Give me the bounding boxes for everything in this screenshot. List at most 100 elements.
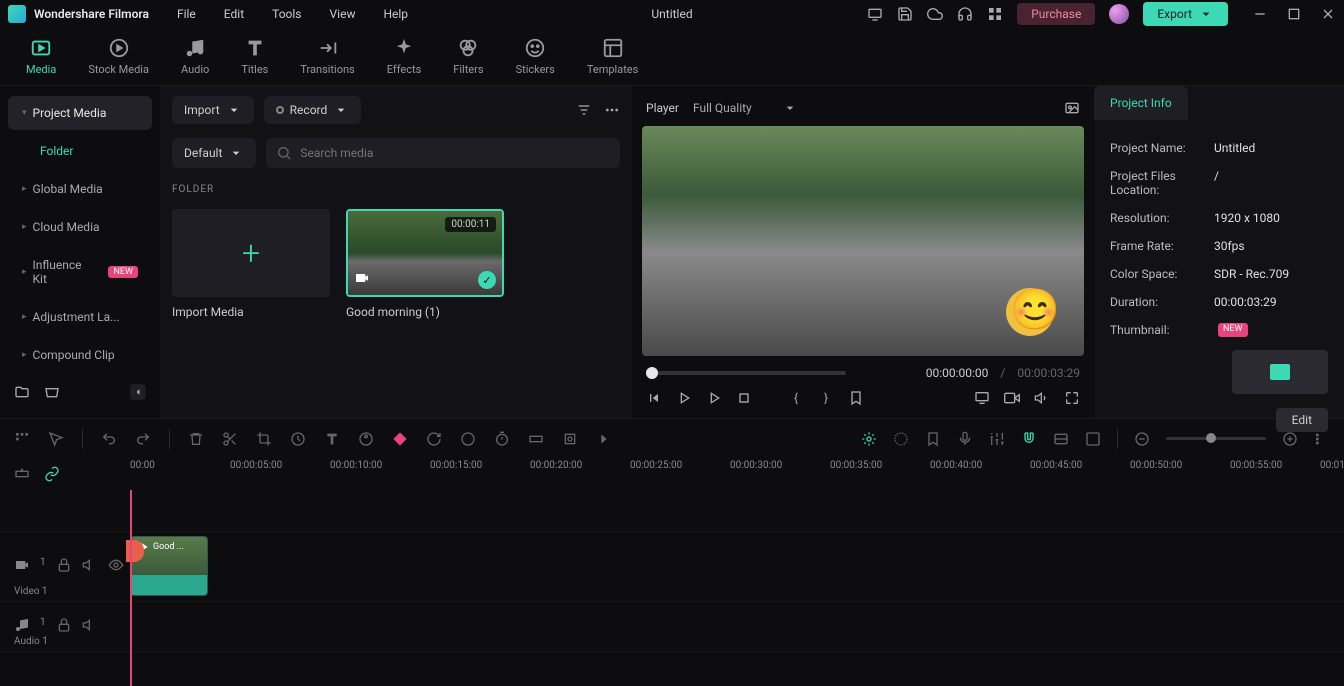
view-options-icon[interactable] — [1314, 431, 1330, 447]
preview-viewport[interactable] — [642, 126, 1084, 356]
play-icon[interactable] — [706, 390, 722, 406]
search-input[interactable] — [266, 138, 620, 168]
filter-icon[interactable] — [576, 102, 592, 118]
marker-icon[interactable] — [925, 431, 941, 447]
ai-icon[interactable] — [861, 431, 877, 447]
lock-icon[interactable] — [56, 557, 72, 573]
purchase-button[interactable]: Purchase — [1017, 3, 1095, 25]
sidebar-folder[interactable]: Folder — [8, 134, 152, 168]
mute-icon[interactable] — [82, 557, 98, 573]
play-backward-icon[interactable] — [676, 390, 692, 406]
speed-icon[interactable] — [290, 431, 306, 447]
enhance-icon[interactable] — [893, 431, 909, 447]
more-icon[interactable] — [604, 102, 620, 118]
menu-edit[interactable]: Edit — [224, 7, 244, 21]
sidebar-compound-clip[interactable]: ▸Compound Clip — [8, 338, 152, 372]
tab-stock-media[interactable]: Stock Media — [78, 31, 159, 82]
tab-effects[interactable]: Effects — [377, 31, 432, 82]
zoom-in-icon[interactable] — [1282, 431, 1298, 447]
sidebar-influence-kit[interactable]: ▸Influence KitNEW — [8, 248, 152, 296]
user-avatar[interactable] — [1109, 4, 1129, 24]
split-icon[interactable] — [222, 431, 238, 447]
rotate-icon[interactable] — [426, 431, 442, 447]
cloud-icon[interactable] — [927, 6, 943, 22]
zoom-slider[interactable] — [1166, 437, 1266, 440]
audio-track[interactable]: 1 Audio 1 — [0, 602, 1344, 652]
stop-icon[interactable] — [736, 390, 752, 406]
audio-mute-icon[interactable] — [82, 617, 98, 633]
menu-tools[interactable]: Tools — [272, 7, 301, 21]
add-track-icon[interactable] — [14, 466, 30, 482]
import-media-card[interactable]: + Import Media — [172, 209, 330, 319]
maximize-button[interactable] — [1286, 6, 1302, 22]
select-tool-icon[interactable] — [48, 431, 64, 447]
timer-icon[interactable] — [494, 431, 510, 447]
tab-stickers[interactable]: Stickers — [506, 31, 565, 82]
link-icon[interactable] — [44, 466, 60, 482]
marker-dropdown-icon[interactable] — [848, 390, 864, 406]
focus-icon[interactable] — [562, 431, 578, 447]
menu-file[interactable]: File — [177, 7, 196, 21]
media-clip-card[interactable]: 00:00:11 ✓ Good morning (1) — [346, 209, 504, 319]
project-info-tab[interactable]: Project Info — [1094, 86, 1188, 120]
mark-in-icon[interactable]: { — [788, 390, 804, 406]
camera-icon[interactable] — [1004, 390, 1020, 406]
tab-filters[interactable]: Filters — [443, 31, 493, 82]
tab-transitions[interactable]: Transitions — [290, 31, 364, 82]
magnetic-icon[interactable] — [1021, 431, 1037, 447]
new-folder-icon[interactable] — [14, 384, 30, 400]
apps-icon[interactable] — [987, 6, 1003, 22]
sidebar-cloud-media[interactable]: ▸Cloud Media — [8, 210, 152, 244]
prev-frame-icon[interactable] — [646, 390, 662, 406]
mixer-icon[interactable] — [989, 431, 1005, 447]
mic-icon[interactable] — [957, 431, 973, 447]
save-icon[interactable] — [897, 6, 913, 22]
sort-dropdown[interactable]: Default — [172, 138, 256, 168]
eye-icon[interactable] — [108, 557, 124, 573]
export-button[interactable]: Export — [1143, 2, 1228, 26]
collapse-sidebar-icon[interactable] — [130, 384, 146, 400]
delete-icon[interactable] — [188, 431, 204, 447]
thumbnail-preview[interactable] — [1232, 350, 1328, 394]
import-dropdown[interactable]: Import — [172, 96, 254, 124]
menu-help[interactable]: Help — [383, 7, 408, 21]
undo-icon[interactable] — [101, 431, 117, 447]
device-icon[interactable] — [867, 6, 883, 22]
minimize-button[interactable] — [1252, 6, 1268, 22]
keyframe-icon[interactable] — [392, 431, 408, 447]
fullscreen-icon[interactable] — [1064, 390, 1080, 406]
audio-lock-icon[interactable] — [56, 617, 72, 633]
tab-media[interactable]: Media — [16, 31, 66, 82]
new-bin-icon[interactable] — [44, 384, 60, 400]
sidebar-adjustment-layer[interactable]: ▸Adjustment La... — [8, 300, 152, 334]
tab-audio[interactable]: Audio — [171, 31, 219, 82]
zoom-out-icon[interactable] — [1134, 431, 1150, 447]
redo-icon[interactable] — [135, 431, 151, 447]
close-button[interactable] — [1320, 6, 1336, 22]
tab-titles[interactable]: Titles — [231, 31, 278, 82]
text-icon[interactable] — [324, 431, 340, 447]
snapshot-icon[interactable] — [1064, 100, 1080, 116]
volume-icon[interactable] — [1034, 390, 1050, 406]
expand-icon[interactable] — [596, 431, 612, 447]
track-icon[interactable] — [528, 431, 544, 447]
menu-view[interactable]: View — [330, 7, 356, 21]
scrub-bar[interactable] — [646, 371, 846, 375]
crop-icon[interactable] — [256, 431, 272, 447]
arrange-icon[interactable] — [14, 431, 30, 447]
tab-templates[interactable]: Templates — [577, 31, 648, 82]
video-track[interactable]: 1 Video 1 Good ... — [0, 532, 1344, 602]
render-icon[interactable] — [1085, 431, 1101, 447]
color-icon[interactable] — [358, 431, 374, 447]
record-dropdown[interactable]: Record — [264, 96, 362, 124]
quality-dropdown[interactable]: Full Quality — [693, 100, 798, 116]
link-track-icon[interactable] — [1053, 431, 1069, 447]
color-match-icon[interactable] — [460, 431, 476, 447]
playhead[interactable] — [130, 490, 132, 686]
headphones-icon[interactable] — [957, 6, 973, 22]
sidebar-project-media[interactable]: ▾Project Media — [8, 96, 152, 130]
playhead-handle[interactable] — [126, 540, 144, 562]
display-icon[interactable] — [974, 390, 990, 406]
mark-out-icon[interactable]: } — [818, 390, 834, 406]
sidebar-global-media[interactable]: ▸Global Media — [8, 172, 152, 206]
